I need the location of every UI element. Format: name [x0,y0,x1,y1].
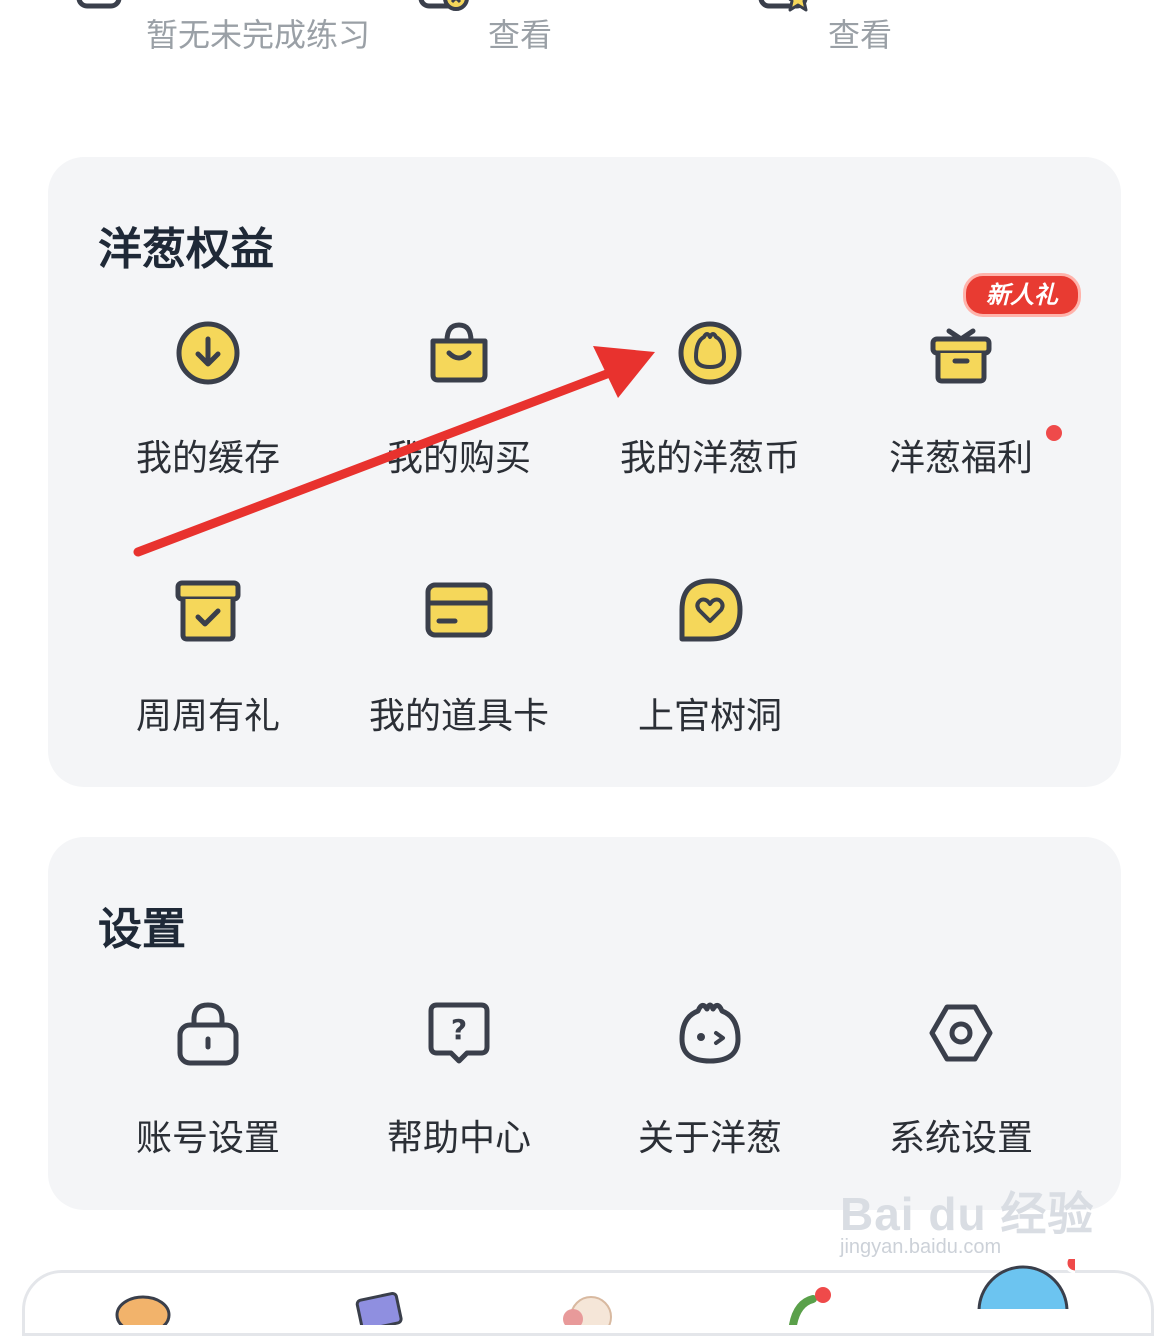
favorite-book-entry[interactable]: 查看 [758,0,918,60]
edit-icon [76,0,122,9]
menu-help-center[interactable]: ? 帮助中心 [325,997,593,1197]
menu-label: 我的缓存 [135,438,280,479]
svg-text:?: ? [451,1013,467,1046]
wrong-book-entry[interactable]: 查看 [418,0,578,60]
menu-weekly-gift[interactable]: 周周有礼 [74,575,342,775]
menu-my-item-card[interactable]: 我的道具卡 [325,575,593,775]
menu-label: 关于洋葱 [637,1118,782,1159]
settings-card: 设置 账号设置 ? 帮助中心 关于洋葱 系统设置 [48,837,1121,1210]
menu-onion-welfare[interactable]: 新人礼 洋葱福利 [827,273,1095,517]
card-icon [425,582,493,638]
wrong-book-icon [418,0,469,11]
menu-label: 我的道具卡 [368,696,549,737]
practice-summary-row: 暂无未完成练习 查看 查看 [0,0,1170,70]
menu-label: 上官树洞 [637,696,782,737]
archive-box-icon [175,580,241,642]
tab-2-icon[interactable] [347,1285,407,1325]
menu-my-purchase[interactable]: 我的购买 [325,317,593,517]
tab-1-icon[interactable] [113,1285,173,1325]
bottom-tab-bar [22,1259,1154,1336]
menu-label: 系统设置 [888,1118,1033,1159]
wrong-book-view: 查看 [488,16,553,54]
favorite-book-icon [758,0,808,12]
heart-chat-icon [679,578,743,642]
tab-4-icon[interactable] [773,1285,833,1325]
watermark-sub: jingyan.baidu.com [840,1236,1002,1258]
help-chat-icon: ? [428,1002,490,1064]
settings-title: 设置 [98,904,186,955]
menu-label: 我的购买 [386,438,531,479]
notification-dot [1046,425,1062,441]
favorite-book-view: 查看 [828,16,893,54]
unfinished-practice-text: 暂无未完成练习 [146,16,371,54]
menu-my-cache[interactable]: 我的缓存 [74,317,342,517]
watermark-main: Bai du 经验 [840,1188,1095,1240]
unfinished-practice[interactable]: 暂无未完成练习 [76,0,396,60]
gift-icon [930,328,992,384]
tab-3-icon[interactable] [555,1285,615,1325]
menu-my-onion-coin[interactable]: 我的洋葱币 [576,317,844,517]
lock-icon [177,1002,239,1066]
menu-label: 周周有礼 [135,696,280,737]
menu-system-settings[interactable]: 系统设置 [827,997,1095,1197]
menu-label: 帮助中心 [386,1118,531,1159]
onion-coin-icon [678,321,742,385]
new-user-gift-badge: 新人礼 [963,273,1081,317]
benefits-title: 洋葱权益 [98,224,274,275]
download-circle-icon [176,321,240,385]
menu-account-settings[interactable]: 账号设置 [74,997,342,1197]
shopping-bag-icon [430,322,488,383]
menu-about-onion[interactable]: 关于洋葱 [576,997,844,1197]
tab-5-icon[interactable] [975,1259,1075,1309]
menu-label: 账号设置 [135,1118,280,1159]
benefits-card: 洋葱权益 我的缓存 我的购买 我的洋葱币 新人礼 洋葱福利 周周有礼 我的道具卡… [48,157,1121,787]
menu-shangguan-treehole[interactable]: 上官树洞 [576,575,844,775]
menu-label: 我的洋葱币 [619,438,800,479]
onion-face-icon [679,1002,741,1064]
hex-gear-icon [929,1004,993,1062]
